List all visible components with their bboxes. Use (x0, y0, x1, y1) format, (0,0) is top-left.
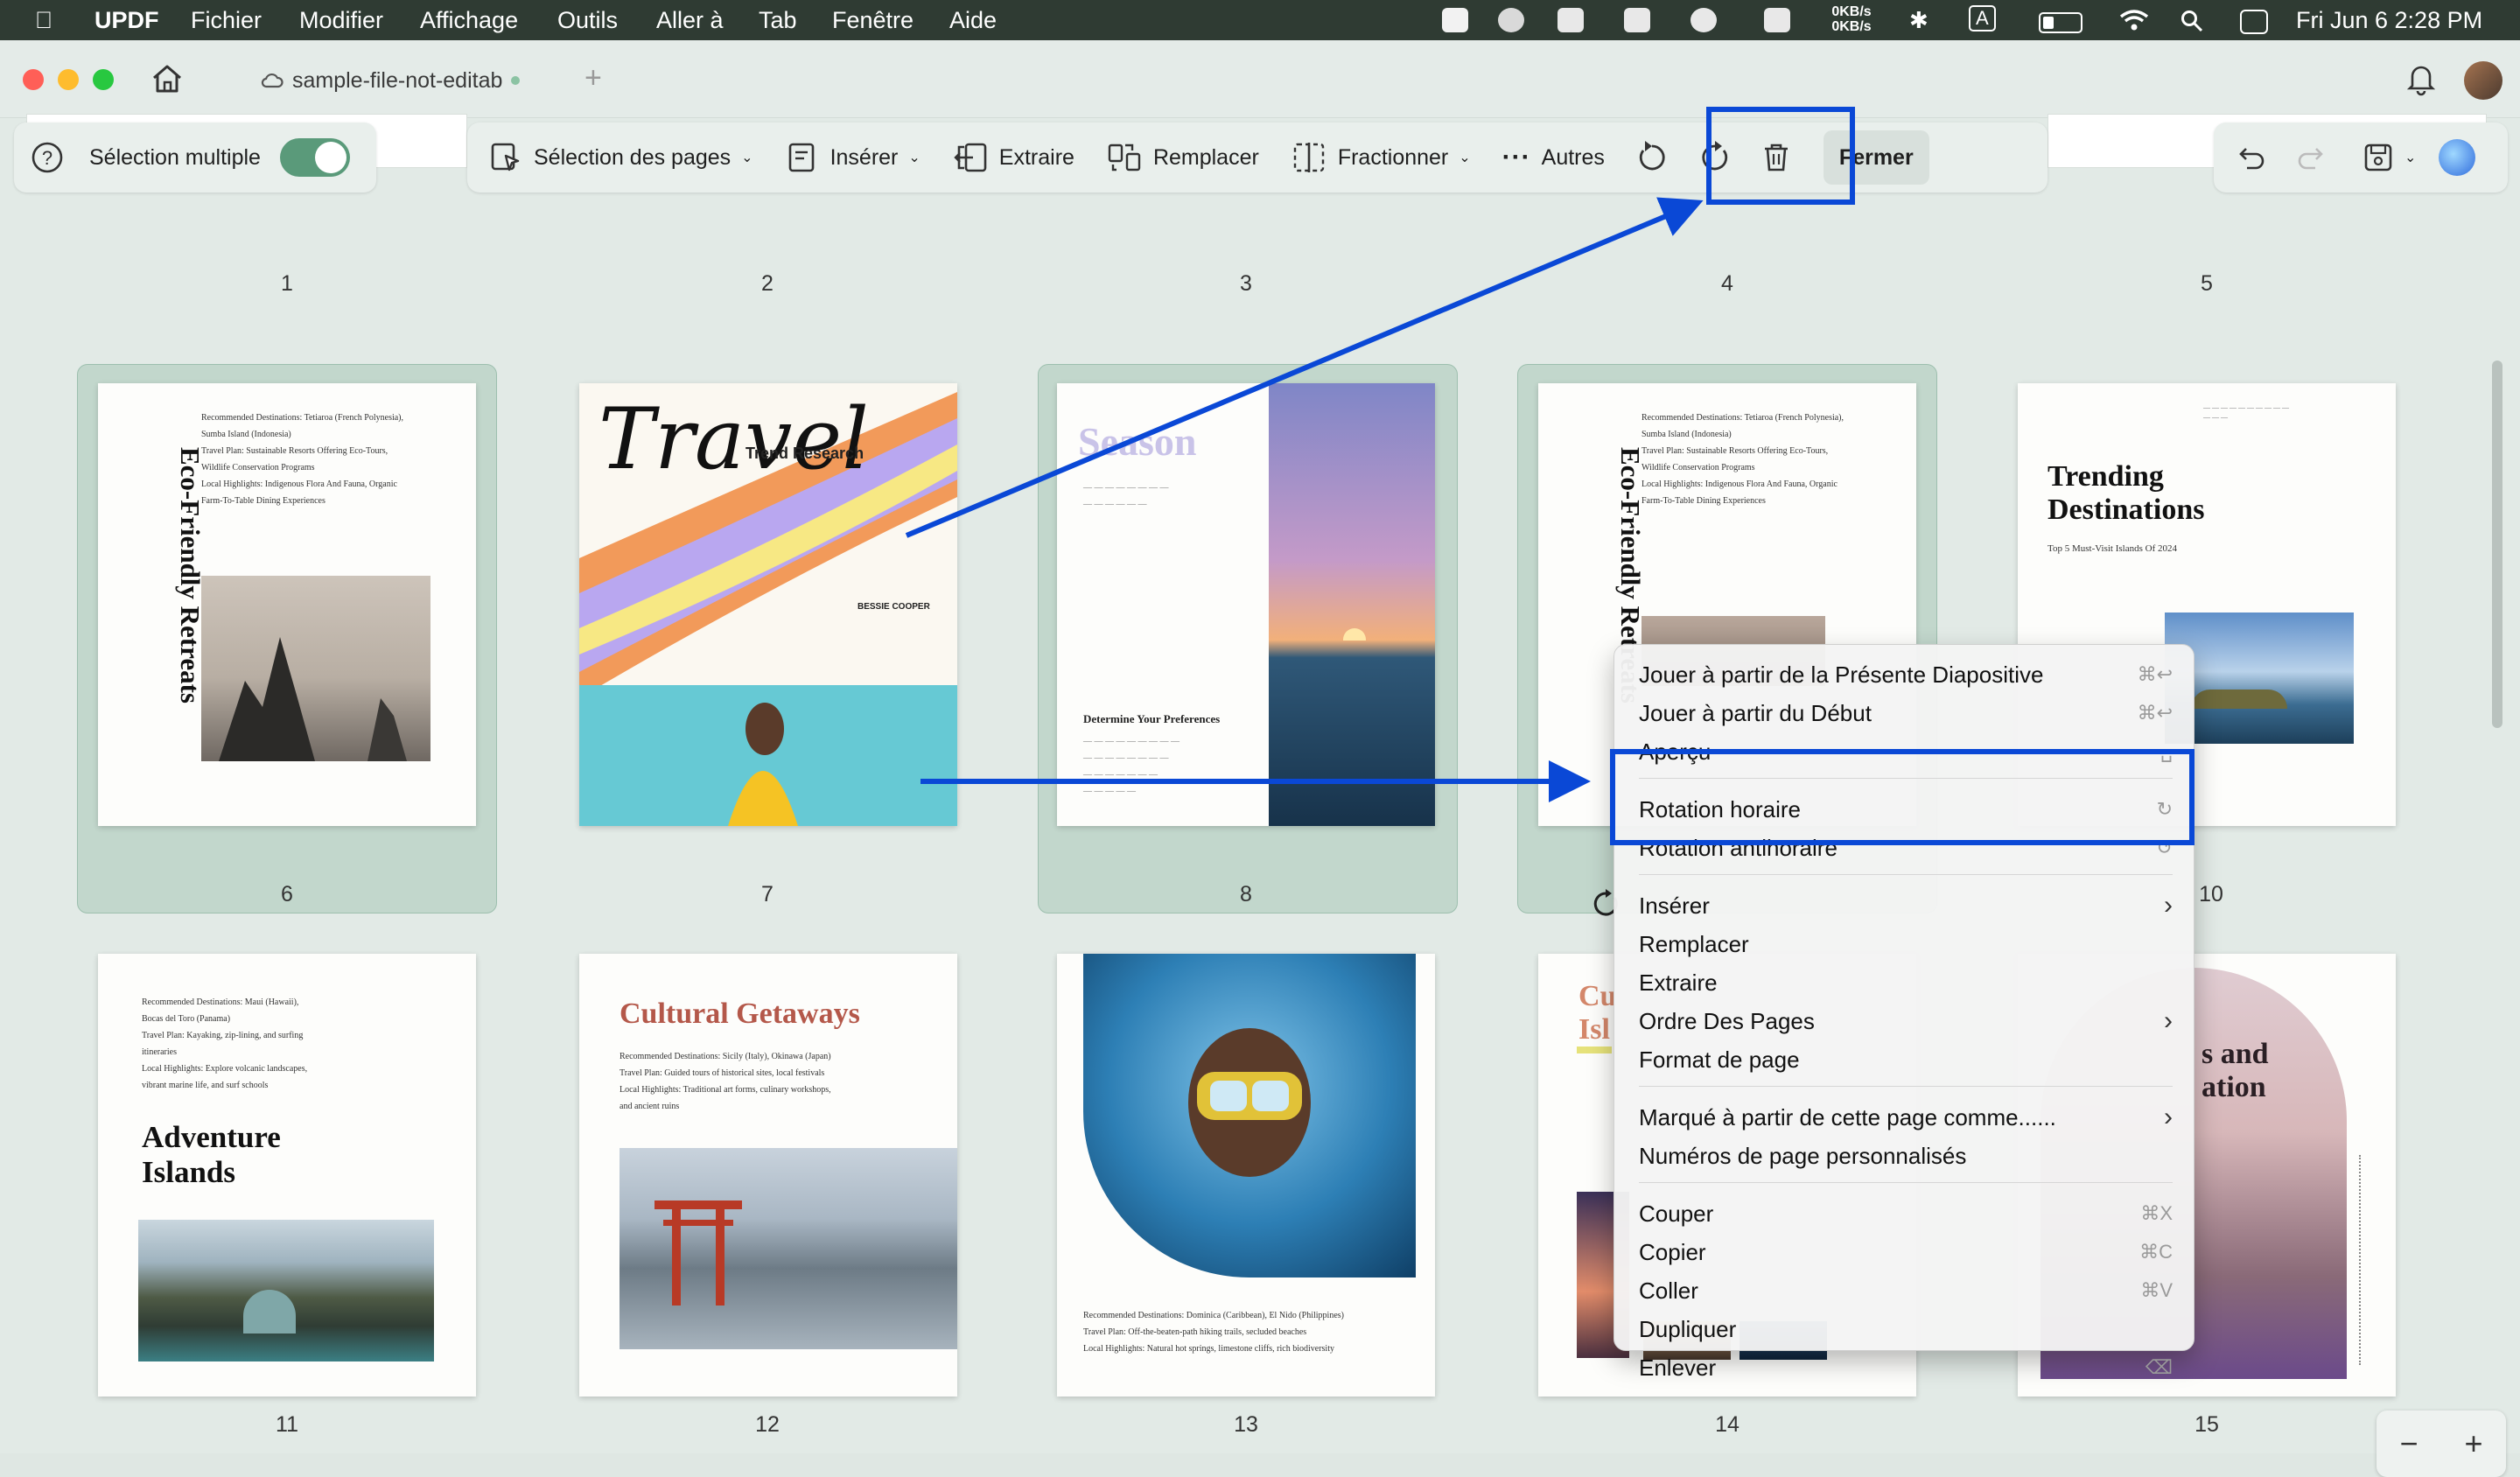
network-speed: 0KB/s 0KB/s (1825, 4, 1878, 34)
control-center-icon[interactable] (2240, 10, 2268, 34)
cat-status-icon[interactable] (1764, 8, 1790, 32)
annotation-arrows (905, 197, 1704, 802)
menu-outils[interactable]: Outils (557, 7, 618, 34)
drive-status-icon[interactable] (1498, 8, 1524, 32)
moon-status-icon[interactable] (1690, 8, 1717, 32)
zoom-in-button[interactable]: + (2464, 1425, 2482, 1462)
net-up: 0KB/s (1831, 4, 1872, 19)
menu-fichier[interactable]: Fichier (191, 7, 262, 34)
menu-aide[interactable]: Aide (949, 7, 997, 34)
menu-aller[interactable]: Aller à (656, 7, 724, 34)
app-menu[interactable]: UPDF (94, 7, 159, 34)
updf-status-icon[interactable] (1442, 8, 1468, 32)
menu-modifier[interactable]: Modifier (299, 7, 383, 34)
system-menubar:  UPDF Fichier Modifier Affichage Outils… (0, 0, 2520, 40)
input-source-icon[interactable]: A (1969, 5, 1996, 32)
zoom-controls: − + (2376, 1410, 2506, 1477)
bluetooth-icon[interactable]: ✱ (1909, 7, 1928, 34)
grid-status-icon[interactable] (1624, 8, 1650, 32)
updf-window: sample-file-not-editab + ? Sélection mul… (0, 40, 2520, 1477)
net-down: 0KB/s (1831, 19, 1872, 34)
arrow-to-rotate-buttons (905, 197, 1704, 538)
zoom-out-button[interactable]: − (2399, 1425, 2418, 1462)
menu-affichage[interactable]: Affichage (420, 7, 518, 34)
wifi-icon[interactable] (2119, 9, 2149, 32)
vertical-scrollbar[interactable] (2492, 360, 2502, 728)
battery-icon[interactable] (2039, 12, 2082, 33)
spotlight-search-icon[interactable] (2180, 10, 2203, 32)
clock[interactable]: Fri Jun 6 2:28 PM (2296, 7, 2482, 34)
menu-fenetre[interactable]: Fenêtre (832, 7, 914, 34)
menu-tab[interactable]: Tab (759, 7, 797, 34)
apple-menu-icon[interactable]:  (35, 7, 52, 34)
download-status-icon[interactable] (1558, 8, 1584, 32)
